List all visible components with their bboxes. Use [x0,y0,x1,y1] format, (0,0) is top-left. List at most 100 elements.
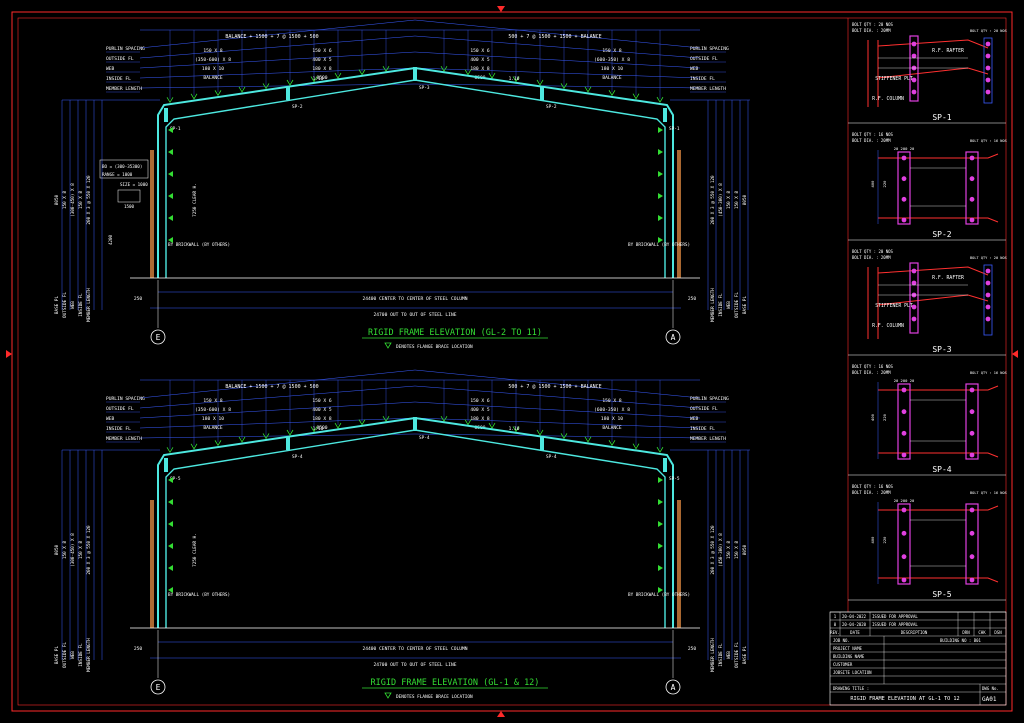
column-size-label-left: 200 X 3 @ 550 X 120 [86,525,92,575]
detail-label: SP-5 [932,590,951,599]
column-size-label-right: (450-300) X 8 [718,183,724,217]
column-label: R.F. COLUMN [872,323,904,329]
splice-detail-2: BOLT QTY : 16 NOSBOLT DIA. : 20MM BOLT QT… [848,132,1007,241]
rafter-row-label-right: INSIDE FL [690,426,715,432]
base-label-left: OUTSIDE FL [62,642,68,668]
base-label-left: INSIDE FL [78,643,84,667]
flange-brace-legend-mark [384,342,392,349]
flange-brace-mark [168,171,173,177]
rafter-row-label-right: PURLIN SPACING [690,396,729,402]
roof-slope-left: 1.10 [313,426,324,432]
flange-brace-mark [658,149,663,155]
splice-label: SP-2 [546,104,557,110]
rafter-member-size: 180 X 8 [312,416,332,422]
rafter-member-size: 150 X 6 [470,48,490,54]
dwg-no-label: DWG No. [982,686,999,691]
rafter-member-size: BALANCE [602,75,622,81]
splice-label: SP-5 [669,476,680,482]
top-dimension-right: 500 + 7 @ 1500 + 1500 + BALANCE [508,34,601,40]
splice-plate [413,417,417,431]
sheet-outer-border [11,11,1013,712]
bolt [911,41,917,47]
column-size-label-right: 150 X 8 [726,541,732,560]
rafter-member-size: 150 X 8 [203,398,223,404]
splice-detail-1: BOLT QTY : 20 NOSBOLT DIA. : 20MM BOLT QT… [848,22,1007,124]
end-plate [909,262,919,334]
splice-flanges [878,385,999,458]
plate-dim-depth: 220 [882,413,887,421]
rafter-row-label-right: WEB [690,66,699,72]
column-size-label-right: (450-300) X 8 [718,533,724,567]
detail-bolt-qty-side: BOLT QTY : 20 NOS [970,256,1007,260]
plate-dim-depth: 220 [882,536,887,544]
splice-label: SP-2 [292,104,303,110]
clear-height-label: 7250 CLEAR H. [192,183,198,217]
splice-flanges [878,505,999,583]
splice-plate [540,436,544,450]
stiffener-label: STIFFENER PLT [875,303,913,309]
dwg-no: GA01 [982,696,997,703]
rafter-row-label-right: MEMBER LENGTH [690,436,726,442]
bolt [901,196,907,202]
frame-note: DENOTES FLANGE BRACE LOCATION [396,344,473,350]
bolt [911,280,917,286]
rafter-member-size: 150 X 6 [312,398,332,404]
bolt [969,196,975,202]
wall-note-right: BY BRICKWALL (BY OTHERS) [628,242,690,248]
column-size-label-left: 150 X 8 [78,541,84,560]
column-size-label-left: 150 X 8 [62,541,68,560]
bolt [985,89,991,95]
detail-bolt-qty-side: BOLT QTY : 16 NOS [970,139,1007,143]
rigid-frame-1: BALANCE + 1500 + 7 @ 1500 + 500 500 + 7 @… [54,19,750,350]
flange-brace-mark [168,499,173,505]
detail-bolt-qty: BOLT QTY : 16 NOS [852,132,894,137]
detail-label: SP-3 [932,345,951,354]
rafter-row-label-right: INSIDE FL [690,76,715,82]
rafter-member-size: 180 X 10 [601,416,623,422]
column-size-label-right: 150 X 8 [734,191,740,210]
purlin-dim-line-left [139,67,416,79]
center-to-center-dim: 24400 CENTER TO CENTER OF STEEL COLUMN [362,296,467,302]
base-label-left: BASE PL [54,646,60,665]
splice-label: SP-4 [292,454,303,460]
out-to-out-dim: 24700 OUT TO OUT OF STEEL LINE [374,662,457,668]
flange-brace-mark [168,565,173,571]
base-label-right: WEB [726,651,732,659]
column-size-label-left: (300-450) X 8 [70,183,76,217]
rigid-frame-inner [165,429,666,628]
rafter-member-size: 150 X 6 [312,48,332,54]
detail-bolt-dia: BOLT DIA. : 20MM [852,28,891,33]
bolt [969,387,975,393]
rafter-row-label-left: WEB [106,66,115,72]
base-label-left: WEB [70,301,76,309]
column-size-label-left: 200 X 3 @ 550 X 120 [86,175,92,225]
purlin-dim-line-left [139,417,416,429]
rafter-flanges [877,266,989,306]
rafter-member-size: (350-600) X 8 [195,407,231,413]
bolt [969,155,975,161]
detail-bolt-dia: BOLT DIA. : 20MM [852,370,891,375]
bolt [969,452,975,458]
rafter-row-label-right: PURLIN SPACING [690,46,729,52]
brick-wall-left [150,500,154,628]
end-dim-right: 250 [688,296,697,302]
bolt [969,217,975,223]
bolt [901,507,907,513]
rafter-member-size: 180 X 8 [470,416,490,422]
frame-title: RIGID FRAME ELEVATION (GL-1 & 12) [371,678,540,688]
base-label-left: MEMBER LENGTH [86,638,92,672]
title-field-label: BUILDING NAME [833,654,865,659]
plate-dim-height: 400 [870,413,875,421]
column-size-label-left: 8050 [54,544,60,555]
bolt [901,530,907,536]
rafter-member-size: 400 X 5 [312,57,332,63]
rigid-frame-inner [165,79,666,278]
splice-detail-3: BOLT QTY : 20 NOSBOLT DIA. : 20MM BOLT QT… [848,249,1007,356]
bolt [901,387,907,393]
flange-brace-mark [658,171,663,177]
bolt [969,409,975,415]
plate-dim-top: 20 200 20 [894,498,915,503]
title-field-extra: BUILDING NO : B01 [940,638,982,643]
base-label-left: BASE PL [54,296,60,315]
bolt [911,89,917,95]
